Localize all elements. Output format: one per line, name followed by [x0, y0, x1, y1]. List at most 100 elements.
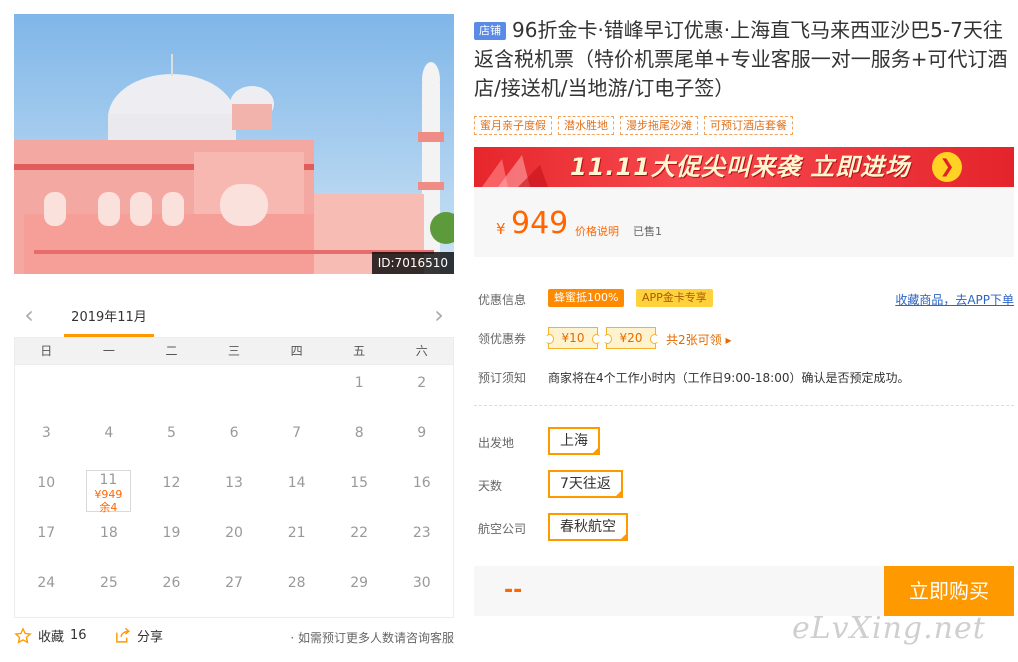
days-value: 7天往返	[560, 476, 611, 492]
watermark: eLvXing.net	[792, 611, 986, 646]
calendar-header: ‹ 2019年11月 ›	[14, 300, 454, 337]
days-option[interactable]: 7天往返 ✓	[548, 470, 623, 498]
calendar-day: 8	[328, 415, 391, 465]
product-tag: 潜水胜地	[558, 116, 614, 135]
section-divider	[474, 405, 1014, 406]
arrow-right-icon[interactable]: ❯	[932, 152, 962, 182]
calendar-day: 9	[390, 415, 453, 465]
app-order-link[interactable]: 收藏商品，去APP下单	[895, 291, 1014, 308]
shop-tag: 店铺	[474, 22, 506, 40]
calendar-day: 25	[78, 565, 141, 615]
calendar-day: 10	[15, 465, 78, 515]
airline-value: 春秋航空	[560, 519, 616, 535]
calendar-week-row: 3 4 5 6 7 8 9	[15, 415, 453, 465]
calendar-week-row: 24 25 26 27 28 29 30	[15, 565, 453, 615]
calendar-day: 7	[265, 415, 328, 465]
share-icon	[116, 627, 131, 643]
next-month-button[interactable]: ›	[428, 303, 450, 328]
calendar-day-available[interactable]: 11 ¥949 余4	[78, 465, 141, 515]
weekday-label: 三	[228, 344, 241, 358]
mosque-illustration	[14, 14, 454, 274]
calendar-day-number: 10	[37, 475, 56, 491]
calendar-day: 26	[140, 565, 203, 615]
calendar-day: 19	[140, 515, 203, 565]
calendar-day-number: 27	[225, 575, 243, 591]
calendar-month-tab[interactable]: 2019年11月	[64, 306, 154, 337]
coupons-label: 领优惠券	[478, 332, 527, 346]
sold-count: 已售1	[633, 225, 662, 238]
calendar-day: 24	[15, 565, 78, 615]
calendar-day: 17	[15, 515, 78, 565]
gift-decoration-icon	[482, 155, 548, 187]
calendar-day-number: 29	[350, 575, 369, 591]
price-explanation-link[interactable]: 价格说明	[575, 223, 619, 239]
calendar-day: 14	[265, 465, 328, 515]
calendar-day-number: 21	[287, 525, 306, 541]
buy-now-button[interactable]: 立即购买	[884, 566, 1014, 616]
promo-banner[interactable]: 11.11大促尖叫来袭 立即进场 ❯	[474, 147, 1014, 187]
departure-option[interactable]: 上海 ✓	[548, 427, 600, 455]
calendar-day-number: 28	[287, 575, 306, 591]
calendar-day-number: 12	[162, 475, 181, 491]
check-icon: ✓	[592, 446, 598, 454]
booking-info: 商家将在4个工作小时内（工作日9:00-18:00）确认是否预定成功。	[548, 371, 910, 385]
calendar-day-number: 25	[99, 575, 118, 591]
promo-tag-app: APP金卡专享	[636, 289, 713, 307]
calendar-empty-cell	[140, 365, 203, 415]
calendar-day-number: 19	[162, 525, 181, 541]
calendar-day-number: 3	[41, 425, 51, 441]
calendar-day-number: 17	[37, 525, 56, 541]
airline-option[interactable]: 春秋航空 ✓	[548, 513, 628, 541]
product-tag: 漫步拖尾沙滩	[620, 116, 698, 135]
calendar-day-number: 14	[287, 475, 306, 491]
price-currency: ¥	[496, 220, 506, 238]
calendar-note: · 如需预订更多人数请咨询客服	[290, 631, 454, 645]
share-label: 分享	[137, 630, 164, 645]
photo-id-badge: ID:7016510	[371, 252, 454, 274]
calendar-empty-cell	[265, 365, 328, 415]
calendar-day-number: 30	[412, 575, 431, 591]
calendar-day: 3	[15, 415, 78, 465]
favorite-button[interactable]: 收藏 16	[14, 626, 87, 645]
calendar-day-number: 5	[166, 425, 176, 441]
calendar-day: 16	[390, 465, 453, 515]
product-title-text: 96折金卡·错峰早订优惠·上海直飞马来西亚沙巴5-7天往返含税机票（特价机票尾单…	[474, 18, 1008, 100]
product-tags: 蜜月亲子度假 潜水胜地 漫步拖尾沙滩 可预订酒店套餐	[474, 116, 793, 135]
price-box: ¥ 949 价格说明 已售1	[474, 187, 1014, 257]
share-button[interactable]: 分享	[114, 626, 163, 645]
booking-label: 预订须知	[478, 371, 527, 385]
product-title: 店铺 96折金卡·错峰早订优惠·上海直飞马来西亚沙巴5-7天往返含税机票（特价机票…	[474, 16, 1014, 103]
calendar-day: 30	[390, 565, 453, 615]
coupons-more-link[interactable]: 共2张可领 ▸	[666, 331, 731, 348]
calendar-week-row: 10 11 ¥949 余4 12 13 14 15 16	[15, 465, 453, 515]
calendar-day-number: 7	[292, 425, 302, 441]
calendar-day: 27	[203, 565, 266, 615]
weekday-label: 四	[290, 344, 303, 358]
calendar-day-number: 13	[225, 475, 243, 491]
calendar-day-number: 6	[229, 425, 239, 441]
product-photo[interactable]: ID:7016510	[14, 14, 454, 274]
airline-label: 航空公司	[478, 522, 527, 536]
weekday-label: 二	[165, 344, 178, 358]
star-icon	[14, 626, 32, 644]
favorite-label: 收藏	[38, 630, 65, 645]
coupon-10[interactable]: ¥10	[545, 327, 601, 349]
calendar-day: 2	[390, 365, 453, 415]
calendar-day-box[interactable]: 11 ¥949 余4	[85, 470, 132, 514]
promo-tag-points: 蜂蜜抵100%	[548, 289, 625, 307]
prev-month-button[interactable]: ‹	[18, 303, 40, 328]
calendar-empty-cell	[78, 365, 141, 415]
calendar-day-number: 8	[354, 425, 364, 441]
weekday-label: 一	[102, 344, 115, 358]
product-actions: 收藏 16 分享 · 如需预订更多人数请咨询客服	[14, 626, 454, 650]
calendar-day-number: 2	[417, 375, 427, 391]
calendar-weekdays: 日一二三四五六	[14, 337, 454, 365]
calendar-day-number: 16	[412, 475, 431, 491]
calendar-day: 18	[78, 515, 141, 565]
coupon-20[interactable]: ¥20	[603, 327, 659, 349]
calendar-day: 6	[203, 415, 266, 465]
departure-label: 出发地	[478, 436, 515, 450]
product-tag: 可预订酒店套餐	[704, 116, 793, 135]
offers-label: 优惠信息	[478, 293, 527, 307]
calendar-day-remaining: 余4	[99, 501, 118, 514]
